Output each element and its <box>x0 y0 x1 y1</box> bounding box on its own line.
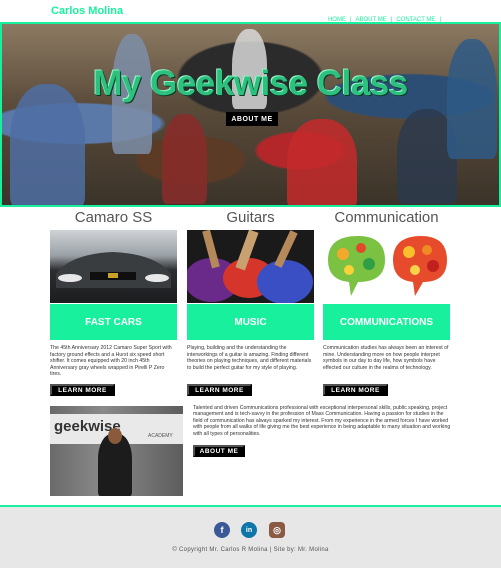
camaro-image <box>50 230 177 303</box>
hero-title: My Geekwise Class <box>93 64 408 103</box>
hero-photo-figure <box>162 114 207 204</box>
column-title-camaro: Camaro SS <box>74 209 153 226</box>
site-footer: f in ◎ © Copyright Mr. Carlos R Molina |… <box>0 505 501 568</box>
hero-photo-figure <box>287 119 357 205</box>
hero-about-button[interactable]: ABOUT ME <box>226 112 278 126</box>
site-header: Carlos Molina HOME | ABOUT ME | CONTACT … <box>0 0 501 23</box>
about-photo-face <box>108 428 122 444</box>
learn-more-button-communications[interactable]: LEARN MORE <box>323 384 388 396</box>
learn-more-button-cars[interactable]: LEARN MORE <box>50 384 115 396</box>
copyright-text: © Copyright Mr. Carlos R Molina | Site b… <box>172 547 329 553</box>
about-me-button[interactable]: ABOUT ME <box>193 445 245 457</box>
communication-image <box>323 230 450 303</box>
linkedin-icon[interactable]: in <box>241 522 257 538</box>
learn-more-button-music[interactable]: LEARN MORE <box>187 384 252 396</box>
fast-cars-card[interactable]: FAST CARS <box>50 304 177 340</box>
guitars-description: Playing, building and the understanding … <box>187 345 312 371</box>
column-title-communication: Communication <box>334 209 439 226</box>
about-photo: geekwise ACADEMY <box>50 406 183 496</box>
column-title-guitars: Guitars <box>226 209 275 226</box>
about-description: Talented and driven Communications profe… <box>193 405 451 437</box>
instagram-icon[interactable]: ◎ <box>269 522 285 538</box>
site-brand[interactable]: Carlos Molina <box>51 5 123 17</box>
guitars-image <box>187 230 314 303</box>
camaro-description: The 45th Anniversary 2012 Camaro Super S… <box>50 345 172 377</box>
about-photo-sign-subtext: ACADEMY <box>148 433 173 439</box>
hero-banner: My Geekwise Class ABOUT ME <box>0 22 501 207</box>
communications-card[interactable]: COMMUNICATIONS <box>323 304 450 340</box>
music-card[interactable]: MUSIC <box>187 304 314 340</box>
facebook-icon[interactable]: f <box>214 522 230 538</box>
communication-description: Communication studies has always been an… <box>323 345 449 371</box>
